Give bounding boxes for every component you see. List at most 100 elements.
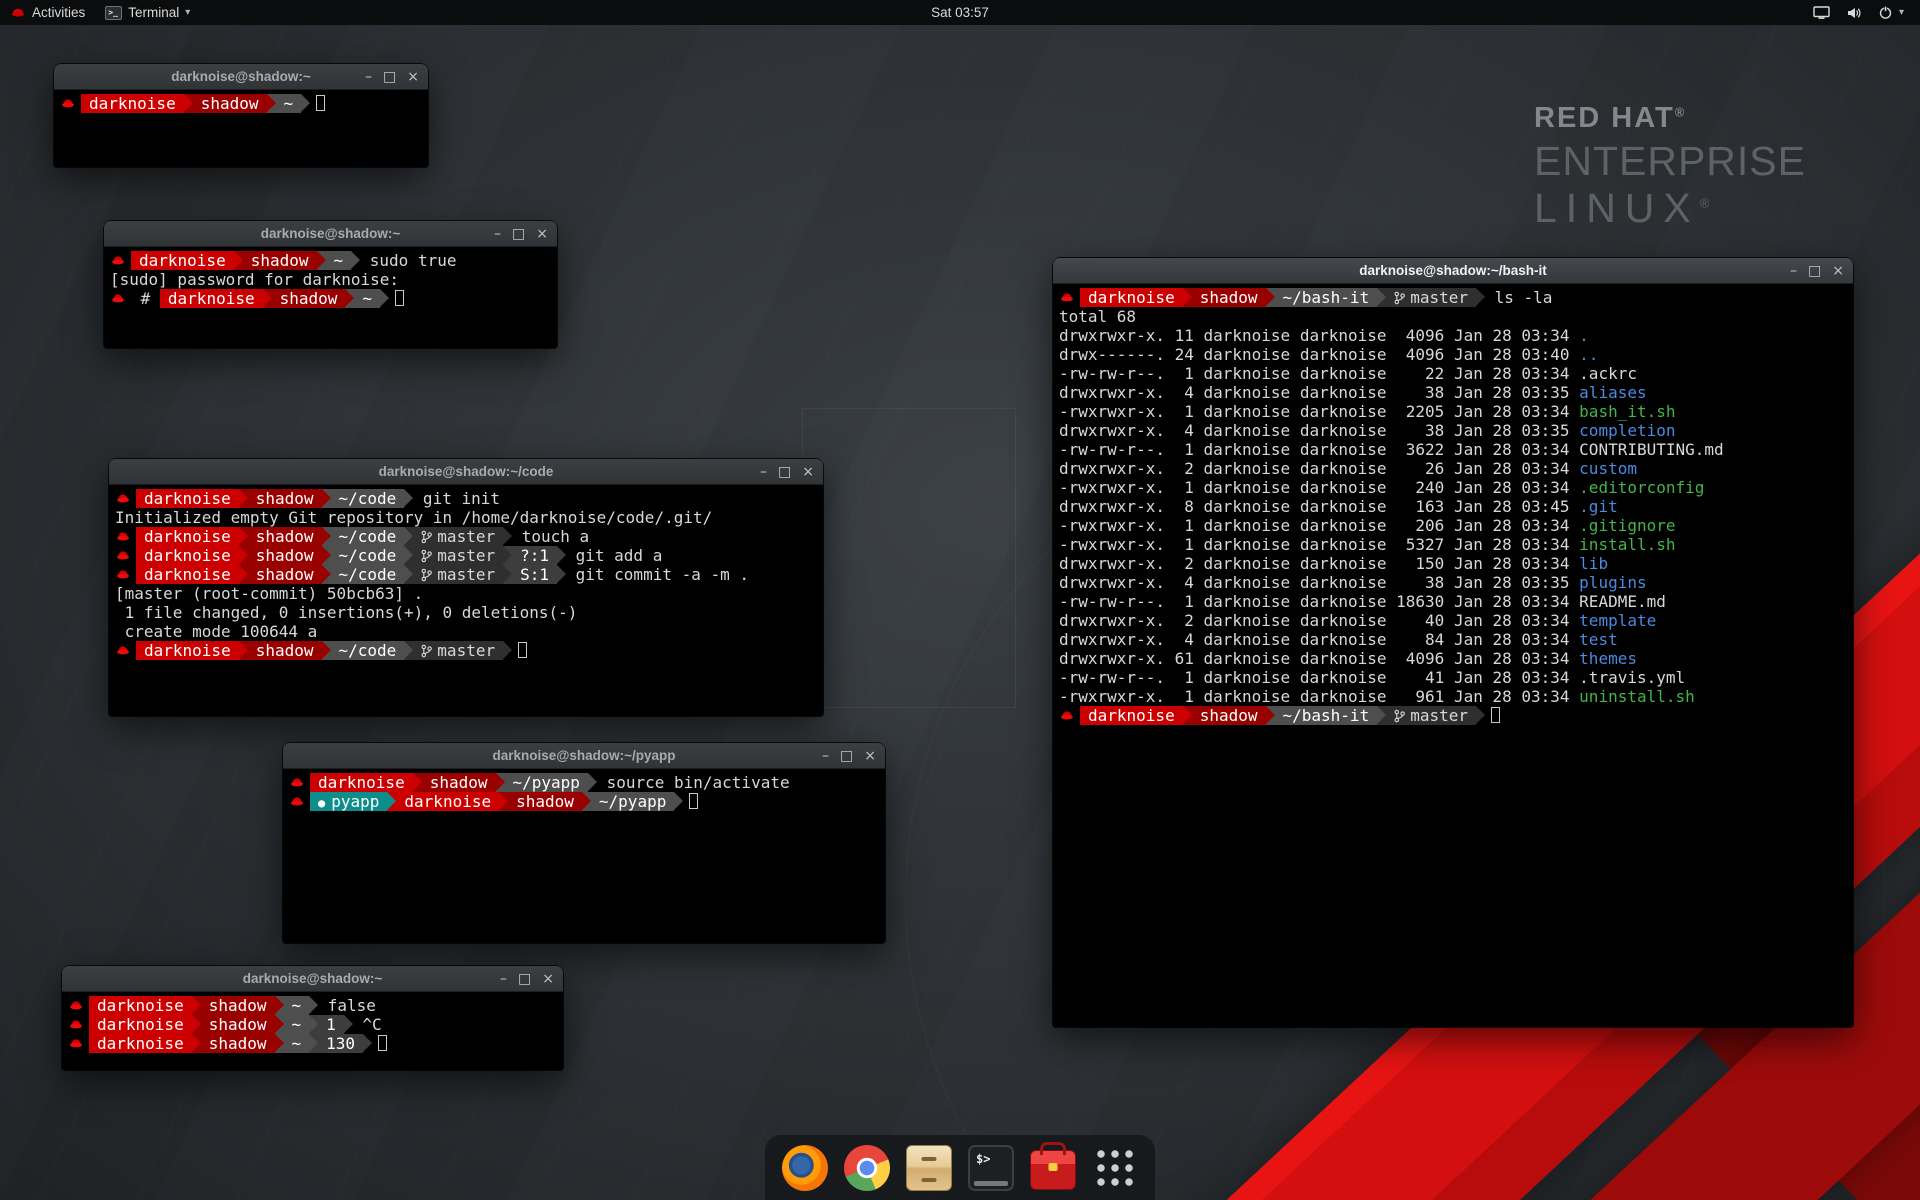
- powerline-separator: [557, 565, 566, 584]
- powerline-separator: [1266, 706, 1275, 725]
- prompt-segment-host: shadow: [248, 489, 322, 508]
- prompt-segment-path: ~/pyapp: [505, 773, 588, 792]
- window-titlebar[interactable]: darknoise@shadow:~–□×: [104, 221, 557, 247]
- dock-software[interactable]: [1027, 1142, 1079, 1194]
- terminal-line: darknoiseshadow~/code git init: [115, 489, 823, 508]
- clock[interactable]: Sat 03:57: [921, 0, 999, 25]
- terminal-content[interactable]: darknoiseshadow~ sudo true[sudo] passwor…: [104, 247, 557, 348]
- window-titlebar[interactable]: darknoise@shadow:~ –□ ×: [54, 64, 428, 90]
- dock-chrome[interactable]: [841, 1142, 893, 1194]
- terminal-content[interactable]: darknoiseshadow~/code git initInitialize…: [109, 485, 823, 716]
- window-titlebar[interactable]: darknoise@shadow:~–□×: [62, 966, 563, 992]
- prompt-segment-user: darknoise: [160, 289, 263, 308]
- close-button[interactable]: ×: [536, 227, 548, 241]
- powerline-separator: [351, 251, 360, 270]
- powerline-separator: [557, 546, 566, 565]
- terminal-content[interactable]: darknoiseshadow~/bash-itmaster ls -latot…: [1053, 284, 1853, 1027]
- terminal-icon: [968, 1145, 1014, 1191]
- minimize-button[interactable]: –: [494, 227, 501, 241]
- window-titlebar[interactable]: darknoise@shadow:~/pyapp–□×: [283, 743, 885, 769]
- powerline-separator: [404, 546, 413, 565]
- powerline-separator: [317, 251, 326, 270]
- close-button[interactable]: ×: [407, 70, 419, 84]
- executable-name: bash_it.sh: [1579, 402, 1675, 421]
- volume-icon: [1846, 5, 1862, 21]
- activities-button[interactable]: Activities: [0, 0, 95, 25]
- powerline-separator: [322, 641, 331, 660]
- display-indicator[interactable]: [1805, 0, 1838, 25]
- terminal-line: drwx------. 24 darknoise darknoise 4096 …: [1059, 345, 1853, 364]
- directory-name: custom: [1579, 459, 1637, 478]
- terminal-line: -rw-rw-r--. 1 darknoise darknoise 41 Jan…: [1059, 668, 1853, 687]
- terminal-window-home-1[interactable]: darknoise@shadow:~ –□ × darknoiseshadow~: [54, 64, 428, 167]
- display-icon: [1813, 5, 1830, 20]
- python-venv-icon: ●: [318, 796, 325, 810]
- window-title: darknoise@shadow:~: [171, 69, 311, 84]
- terminal-app-icon: >_: [105, 6, 122, 20]
- terminal-content[interactable]: darknoiseshadow~/pyapp source bin/activa…: [283, 769, 885, 943]
- minimize-button[interactable]: –: [1790, 264, 1797, 278]
- terminal-line: darknoiseshadow~/bash-itmaster ls -la: [1059, 288, 1853, 307]
- windows-layer: darknoise@shadow:~–□×darknoiseshadow~dar…: [0, 0, 1920, 1200]
- minimize-button[interactable]: –: [760, 465, 767, 479]
- terminal-window-home-3[interactable]: darknoise@shadow:~–□×darknoiseshadow~ fa…: [62, 966, 563, 1070]
- terminal-line: -rwxrwxr-x. 1 darknoise darknoise 5327 J…: [1059, 535, 1853, 554]
- redhat-prompt-icon: [116, 565, 133, 584]
- prompt-segment-host: shadow: [1192, 706, 1266, 725]
- prompt-segment-user: darknoise: [131, 251, 234, 270]
- terminal-window-bash-it[interactable]: darknoise@shadow:~/bash-it–□×darknoisesh…: [1053, 258, 1853, 1027]
- close-button[interactable]: ×: [864, 749, 876, 763]
- maximize-button[interactable]: □: [512, 227, 525, 241]
- prompt-segment-host: shadow: [248, 641, 322, 660]
- app-menu-terminal[interactable]: >_ Terminal ▾: [95, 0, 200, 25]
- powerline-separator: [413, 773, 422, 792]
- powerline-separator: [503, 527, 512, 546]
- terminal-text: false: [318, 996, 376, 1015]
- volume-indicator[interactable]: [1838, 0, 1870, 25]
- close-button[interactable]: ×: [542, 972, 554, 986]
- minimize-button[interactable]: –: [365, 70, 372, 84]
- prompt-segment-user: darknoise: [136, 565, 239, 584]
- terminal-window-pyapp[interactable]: darknoise@shadow:~/pyapp–□×darknoiseshad…: [283, 743, 885, 943]
- redhat-prompt-icon: [290, 773, 307, 792]
- powerline-separator: [275, 996, 284, 1015]
- maximize-button[interactable]: □: [840, 749, 853, 763]
- window-titlebar[interactable]: darknoise@shadow:~/code–□×: [109, 459, 823, 485]
- terminal-cursor: [378, 1035, 387, 1051]
- maximize-button[interactable]: □: [383, 70, 396, 84]
- close-button[interactable]: ×: [1832, 264, 1844, 278]
- terminal-content[interactable]: darknoiseshadow~ falsedarknoiseshadow~1 …: [62, 992, 563, 1070]
- dock-files[interactable]: [903, 1142, 955, 1194]
- prompt-segment-git: master: [1386, 706, 1476, 725]
- terminal-text: drwxrwxr-x. 4 darknoise darknoise 38 Jan…: [1059, 573, 1579, 592]
- terminal-text: drwxrwxr-x. 4 darknoise darknoise 38 Jan…: [1059, 421, 1579, 440]
- minimize-button[interactable]: –: [500, 972, 507, 986]
- power-menu[interactable]: ▾: [1870, 0, 1912, 25]
- redhat-prompt-icon: [1060, 706, 1077, 725]
- window-controls: –□ ×: [365, 64, 419, 90]
- minimize-button[interactable]: –: [822, 749, 829, 763]
- redhat-prompt-icon: [69, 1015, 86, 1034]
- prompt-segment-host: shadow: [248, 546, 322, 565]
- terminal-window-home-2[interactable]: darknoise@shadow:~–□×darknoiseshadow~ su…: [104, 221, 557, 348]
- dock-terminal[interactable]: [965, 1142, 1017, 1194]
- prompt-segment-host: shadow: [422, 773, 496, 792]
- dock-firefox[interactable]: [779, 1142, 831, 1194]
- maximize-button[interactable]: □: [1808, 264, 1821, 278]
- close-button[interactable]: ×: [802, 465, 814, 479]
- prompt-segment-path: ~: [284, 1034, 310, 1053]
- prompt-segment-host: shadow: [1192, 288, 1266, 307]
- window-titlebar[interactable]: darknoise@shadow:~/bash-it–□×: [1053, 258, 1853, 284]
- top-bar: Activities >_ Terminal ▾ Sat 03:57 ▾: [0, 0, 1920, 25]
- maximize-button[interactable]: □: [518, 972, 531, 986]
- prompt-segment-user: darknoise: [136, 641, 239, 660]
- dock-show-applications[interactable]: [1089, 1142, 1141, 1194]
- terminal-line: drwxrwxr-x. 4 darknoise darknoise 38 Jan…: [1059, 383, 1853, 402]
- terminal-content[interactable]: darknoiseshadow~: [54, 90, 428, 167]
- terminal-line: drwxrwxr-x. 2 darknoise darknoise 150 Ja…: [1059, 554, 1853, 573]
- terminal-text: sudo true: [360, 251, 456, 270]
- maximize-button[interactable]: □: [778, 465, 791, 479]
- terminal-text: Initialized empty Git repository in /hom…: [115, 508, 712, 527]
- terminal-window-code[interactable]: darknoise@shadow:~/code–□×darknoiseshado…: [109, 459, 823, 716]
- terminal-text: git add a: [566, 546, 662, 565]
